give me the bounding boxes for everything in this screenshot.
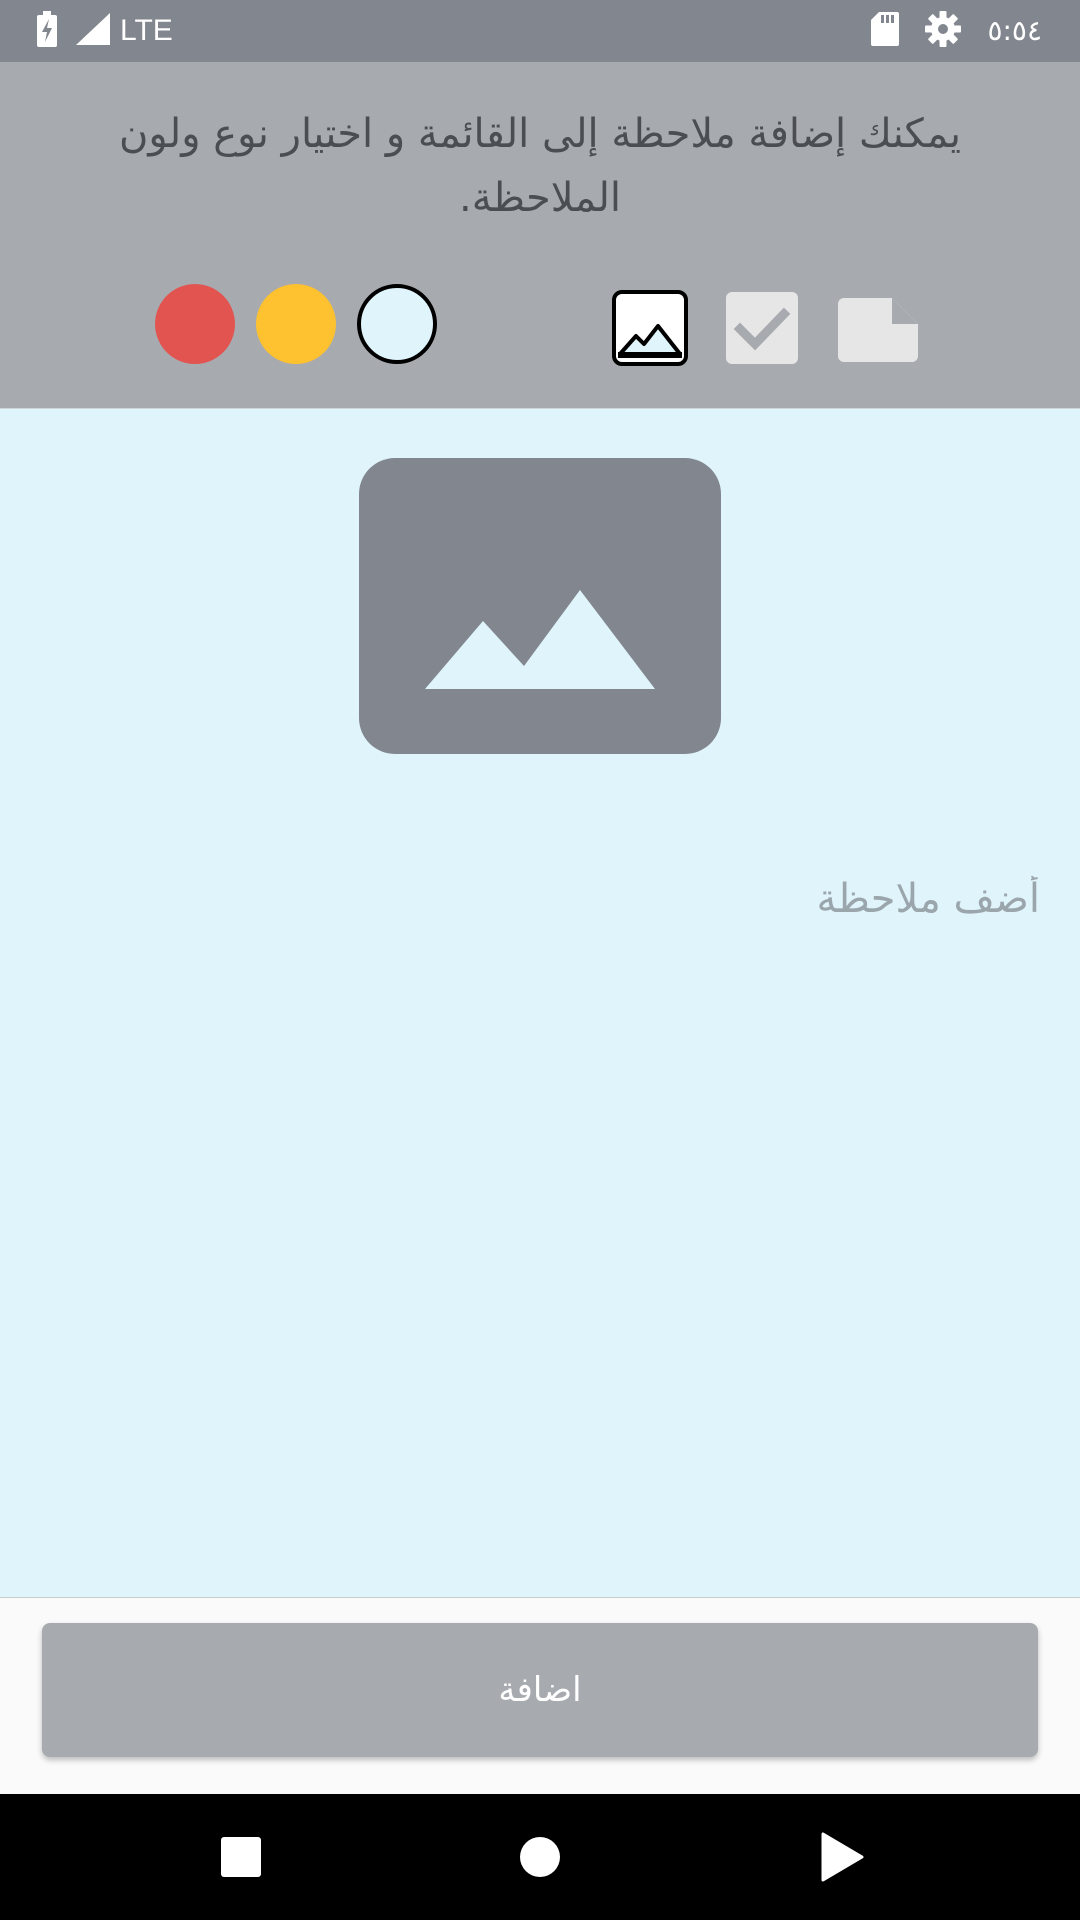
network-type-label: LTE: [120, 14, 173, 47]
settings-gear-icon: [925, 11, 962, 51]
recents-square-icon: [208, 1837, 274, 1894]
note-options-panel: يمكنك إضافة ملاحظة إلى القائمة و اختيار …: [0, 62, 1080, 408]
note-card: [0, 408, 1080, 1598]
recents-button[interactable]: [208, 1824, 274, 1890]
status-right-group: ٥:٥٤: [871, 10, 1042, 52]
note-type-image-button[interactable]: [612, 290, 688, 366]
add-note-button[interactable]: اضافة: [42, 1623, 1038, 1757]
status-bar: LTE ٥:٥٤: [0, 0, 1080, 62]
sd-card-icon: [871, 12, 900, 50]
color-option-light-blue[interactable]: [357, 284, 437, 364]
color-option-yellow[interactable]: [256, 284, 336, 364]
note-type-text-button[interactable]: [838, 298, 918, 362]
home-circle-icon: [507, 1837, 573, 1894]
status-left-group: LTE: [36, 11, 173, 51]
signal-icon: [76, 13, 110, 49]
home-button[interactable]: [507, 1824, 573, 1890]
battery-charging-icon: [36, 11, 58, 51]
note-text-input[interactable]: [60, 839, 1040, 959]
image-icon: [612, 290, 688, 370]
back-triangle-icon: [806, 1832, 872, 1894]
navigation-bar: [0, 1794, 1080, 1920]
instruction-text: يمكنك إضافة ملاحظة إلى القائمة و اختيار …: [118, 111, 962, 221]
color-option-red[interactable]: [155, 284, 235, 364]
mountain-image-icon: [359, 590, 721, 758]
back-button[interactable]: [806, 1824, 872, 1890]
checkbox-icon: [726, 292, 798, 368]
note-page-icon: [838, 298, 918, 366]
status-clock: ٥:٥٤: [987, 14, 1042, 47]
note-image-placeholder[interactable]: [359, 458, 721, 754]
note-type-checklist-button[interactable]: [726, 292, 798, 364]
